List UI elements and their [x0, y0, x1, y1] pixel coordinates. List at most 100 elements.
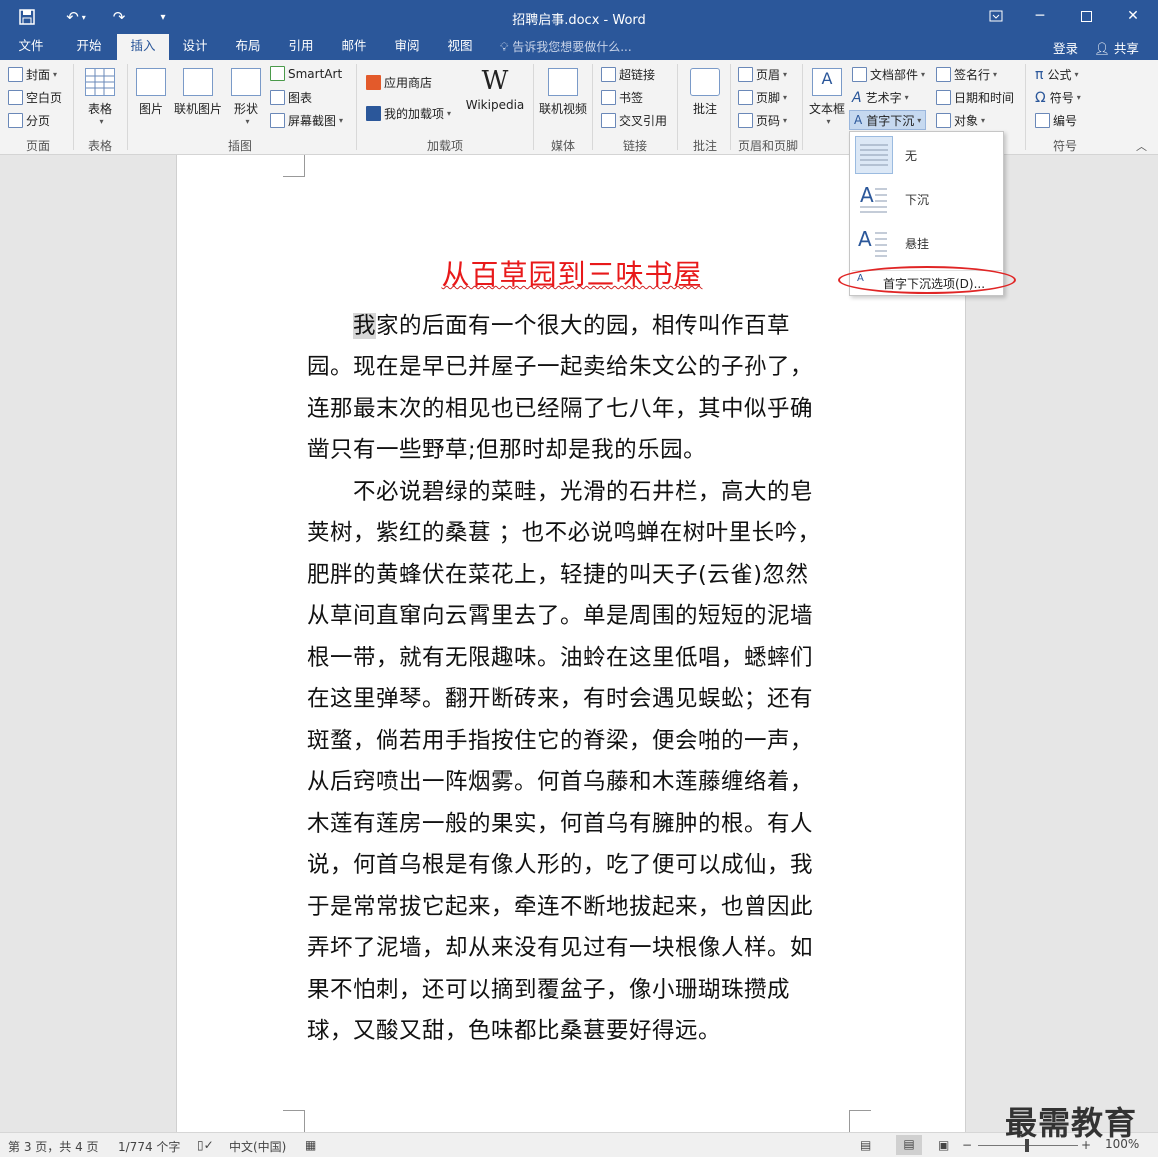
page-number-button[interactable]: 页码 ▾ [738, 112, 787, 129]
collapse-ribbon-icon[interactable]: ︿ [1136, 138, 1147, 154]
chart-button[interactable]: 图表 [270, 89, 312, 106]
tell-me-box[interactable]: 💡︎ 告诉我您想要做什么... [500, 38, 632, 55]
read-mode-icon[interactable]: ▤ [860, 1138, 871, 1152]
symbol-button[interactable]: Ω 符号 ▾ [1035, 89, 1081, 106]
textbox-button[interactable]: A 文本框 ▾ [806, 68, 848, 126]
separator [356, 64, 357, 150]
quick-parts-button[interactable]: 文档部件 ▾ [852, 66, 925, 83]
separator [533, 64, 534, 150]
my-addins-label: 我的加载项 [384, 107, 445, 121]
separator [127, 64, 128, 150]
shapes-button[interactable]: 形状 ▾ [228, 68, 264, 126]
group-label-tables: 表格 [87, 139, 112, 153]
tab-file[interactable]: 文件 [6, 34, 56, 60]
page-break-icon [8, 113, 23, 128]
ribbon-display-options-icon[interactable] [981, 5, 1011, 27]
quick-parts-icon [852, 67, 867, 82]
textbox-label: 文本框 [808, 102, 845, 116]
tab-insert[interactable]: 插入 [117, 34, 169, 60]
picture-button[interactable]: 图片 [133, 68, 169, 117]
object-button[interactable]: 对象 ▾ [936, 112, 985, 129]
table-button[interactable]: 表格 ▾ [80, 68, 120, 126]
hyperlink-button[interactable]: 超链接 [601, 66, 655, 83]
macro-record-icon[interactable]: ▦ [305, 1138, 316, 1152]
store-button[interactable]: 应用商店 [366, 74, 432, 91]
table-label: 表格 [87, 102, 112, 116]
tab-layout[interactable]: 布局 [223, 34, 273, 60]
shapes-label: 形状 [233, 102, 258, 116]
shapes-icon [231, 68, 261, 96]
tab-review[interactable]: 审阅 [382, 34, 432, 60]
zoom-out-icon[interactable]: − [962, 1138, 972, 1152]
drop-cap-margin-icon: A [855, 224, 893, 262]
calendar-icon [936, 90, 951, 105]
drop-cap-none-item[interactable]: 无 [852, 134, 1002, 176]
online-picture-button[interactable]: 联机图片 [172, 68, 224, 117]
svg-text:A: A [860, 183, 874, 207]
online-video-button[interactable]: 联机视频 [537, 68, 589, 117]
bookmark-button[interactable]: 书签 [601, 89, 643, 106]
cover-page-label: 封面 [26, 68, 51, 82]
number-button[interactable]: 编号 [1035, 112, 1077, 129]
paragraph-line: 凿只有一些野草;但那时却是我的乐园。 [307, 437, 707, 463]
sign-in-link[interactable]: 登录 [1053, 38, 1078, 57]
picture-icon [136, 68, 166, 96]
person-icon: 👤︎ [1094, 41, 1110, 56]
paragraph-line: 园。现在是早已并屋子一起卖给朱文公的子孙了， [307, 354, 814, 380]
smartart-button[interactable]: SmartArt [270, 66, 342, 81]
page-break-button[interactable]: 分页 [8, 112, 50, 129]
object-label: 对象 [954, 114, 979, 128]
wikipedia-button[interactable]: W Wikipedia [464, 66, 526, 112]
page-count[interactable]: 第 3 页，共 4 页 [8, 1138, 99, 1155]
maximize-icon[interactable] [1071, 5, 1101, 27]
print-layout-icon[interactable]: ▤ [896, 1135, 922, 1155]
tab-references[interactable]: 引用 [276, 34, 326, 60]
web-layout-icon[interactable]: ▣ [938, 1138, 949, 1152]
cover-page-icon [8, 67, 23, 82]
tab-design[interactable]: 设计 [170, 34, 220, 60]
cover-page-button[interactable]: 封面 ▾ [8, 66, 57, 83]
drop-cap-button[interactable]: A 首字下沉 ▾ [849, 110, 927, 130]
group-label-links: 链接 [622, 139, 647, 153]
smartart-label: SmartArt [288, 66, 343, 81]
drop-cap-margin-item[interactable]: A 悬挂 [852, 222, 1002, 264]
drop-cap-dropped-icon: A [855, 180, 893, 218]
hyperlink-label: 超链接 [619, 68, 656, 82]
proofing-icon[interactable]: ▯✓ [197, 1138, 214, 1152]
equation-button[interactable]: π 公式 ▾ [1035, 66, 1078, 83]
footer-button[interactable]: 页脚 ▾ [738, 89, 787, 106]
my-addins-button[interactable]: 我的加载项 ▾ [366, 105, 451, 122]
paragraph-line: 在这里弹琴。翻开断砖来，有时会遇见蜈蚣；还有 [307, 686, 814, 712]
tab-view[interactable]: 视图 [435, 34, 485, 60]
cross-reference-button[interactable]: 交叉引用 [601, 112, 667, 129]
hyperlink-icon [601, 67, 616, 82]
tab-home[interactable]: 开始 [64, 34, 114, 60]
minimize-icon[interactable]: ─ [1025, 5, 1055, 27]
document-page[interactable]: 从百草园到三味书屋 我家的后面有一个很大的园，相传叫作百草 园。现在是早已并屋子… [176, 155, 966, 1132]
language[interactable]: 中文(中国) [229, 1138, 286, 1155]
signature-line-button[interactable]: 签名行 ▾ [936, 66, 997, 83]
group-label-media: 媒体 [550, 139, 575, 153]
drop-cap-dropped-item[interactable]: A 下沉 [852, 178, 1002, 220]
blank-page-icon [8, 90, 23, 105]
close-icon[interactable]: ✕ [1118, 5, 1148, 27]
share-button[interactable]: 👤︎ 共享 [1094, 38, 1139, 57]
separator [592, 64, 593, 150]
drop-cap-none-icon [855, 136, 893, 174]
word-count[interactable]: 1/774 个字 [118, 1138, 180, 1155]
wordart-button[interactable]: A 艺术字 ▾ [852, 89, 909, 106]
pi-icon: π [1035, 66, 1044, 83]
blank-page-button[interactable]: 空白页 [8, 89, 62, 106]
comment-button[interactable]: 批注 [685, 68, 725, 117]
screenshot-button[interactable]: 屏幕截图 ▾ [270, 112, 343, 129]
header-button[interactable]: 页眉 ▾ [738, 66, 787, 83]
date-time-button[interactable]: 日期和时间 [936, 89, 1014, 106]
ribbon-tabs: 文件 开始 插入 设计 布局 引用 邮件 审阅 视图 💡︎ 告诉我您想要做什么.… [0, 34, 1158, 60]
wordart-label: 艺术字 [865, 91, 902, 105]
tab-mailings[interactable]: 邮件 [329, 34, 379, 60]
zoom-level[interactable]: 100% [1105, 1137, 1139, 1151]
line-text: 家的后面有一个很大的园，相传叫作百草 [376, 313, 791, 339]
paragraph-line: 我家的后面有一个很大的园，相传叫作百草 [307, 308, 837, 340]
bookmark-label: 书签 [619, 91, 644, 105]
share-label: 共享 [1113, 41, 1139, 56]
